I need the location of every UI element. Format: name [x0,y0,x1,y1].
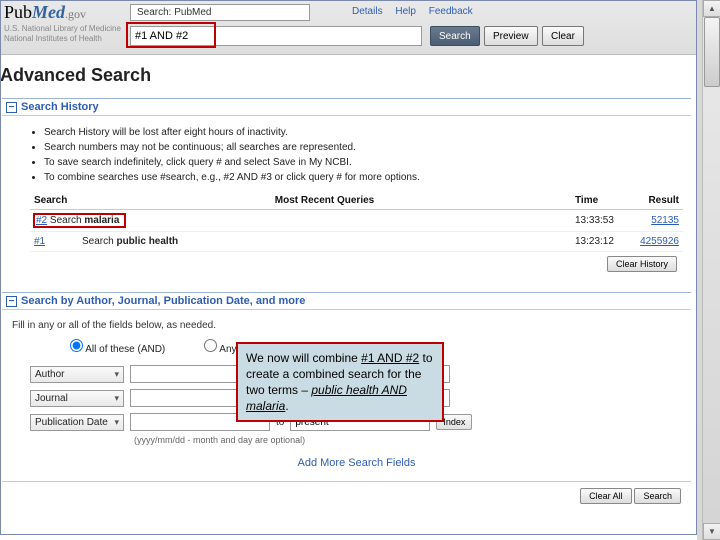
search-button-bottom[interactable]: Search [634,488,681,504]
fill-hint: Fill in any or all of the fields below, … [12,320,683,331]
help-link[interactable]: Help [395,6,416,17]
radio-all-label[interactable]: All of these (AND) [70,344,165,355]
col-result: Result [627,192,683,210]
add-more-fields-link[interactable]: Add More Search Fields [298,457,416,469]
top-links: Details Help Feedback [352,6,483,17]
table-row: #1 Search public health13:23:12 4255926 [30,232,683,252]
details-link[interactable]: Details [352,6,383,17]
logo-subhead: U.S. National Library of Medicine Nation… [4,24,121,44]
search-input[interactable] [130,26,422,46]
radio-any[interactable] [204,339,217,352]
filters-actions: Clear All Search [2,481,691,510]
feedback-link[interactable]: Feedback [429,6,473,17]
history-tip: Search History will be lost after eight … [44,126,683,139]
logo-pub: Pub [4,2,32,22]
history-tip: To save search indefinitely, click query… [44,156,683,169]
logo-med: Med [32,2,65,22]
pubdate-field-select[interactable]: Publication Date [30,414,124,431]
col-time: Time [571,192,627,210]
search-button[interactable]: Search [430,26,480,46]
radio-all[interactable] [70,339,83,352]
add-more-row: Add More Search Fields [30,457,683,469]
pubmed-logo: PubMed.gov [4,2,86,23]
history-tips-list: Search History will be lost after eight … [44,126,683,184]
instruction-callout: We now will combine #1 AND #2 to create … [236,342,444,422]
result-count-link[interactable]: 4255926 [640,236,679,247]
history-table: Search Most Recent Queries Time Result #… [30,192,683,252]
clear-all-button[interactable]: Clear All [580,488,632,504]
author-field-select[interactable]: Author [30,366,124,383]
journal-field-select[interactable]: Journal [30,390,124,407]
scroll-thumb[interactable] [704,17,720,87]
preview-button[interactable]: Preview [484,26,538,46]
search-history-panel: −Search History Search History will be l… [2,98,691,282]
result-count-link[interactable]: 52135 [651,215,679,226]
table-row: #2 Search malaria13:33:5352135 [30,210,683,232]
query-id-link[interactable]: #1 [34,236,45,247]
clear-button[interactable]: Clear [542,26,584,46]
vertical-scrollbar[interactable]: ▲ ▼ [702,0,720,540]
query-text: Search public health [78,232,571,252]
subhead-line2: National Institutes of Health [4,34,121,44]
collapse-icon[interactable]: − [6,296,17,307]
history-tip: To combine searches use #search, e.g., #… [44,171,683,184]
col-queries: Most Recent Queries [78,192,571,210]
query-id-link[interactable]: #2 [36,215,47,226]
search-history-header[interactable]: −Search History [2,99,691,116]
col-search: Search [30,192,78,210]
logo-gov: .gov [65,7,86,21]
scroll-up-icon[interactable]: ▲ [703,0,720,17]
search-filters-header[interactable]: −Search by Author, Journal, Publication … [2,293,691,310]
query-time: 13:23:12 [571,232,627,252]
query-time: 13:33:53 [571,210,627,232]
search-history-title: Search History [21,101,99,113]
subhead-line1: U.S. National Library of Medicine [4,24,121,34]
page-title: Advanced Search [0,55,697,94]
top-bar: PubMed.gov U.S. National Library of Medi… [0,0,697,55]
history-tip: Search numbers may not be continuous; al… [44,141,683,154]
date-format-hint: (yyyy/mm/dd - month and day are optional… [134,435,683,445]
clear-history-button[interactable]: Clear History [607,256,677,272]
search-scope-dropdown[interactable]: Search: PubMed [130,4,310,21]
search-filters-title: Search by Author, Journal, Publication D… [21,295,305,307]
scroll-down-icon[interactable]: ▼ [703,523,720,540]
collapse-icon[interactable]: − [6,102,17,113]
